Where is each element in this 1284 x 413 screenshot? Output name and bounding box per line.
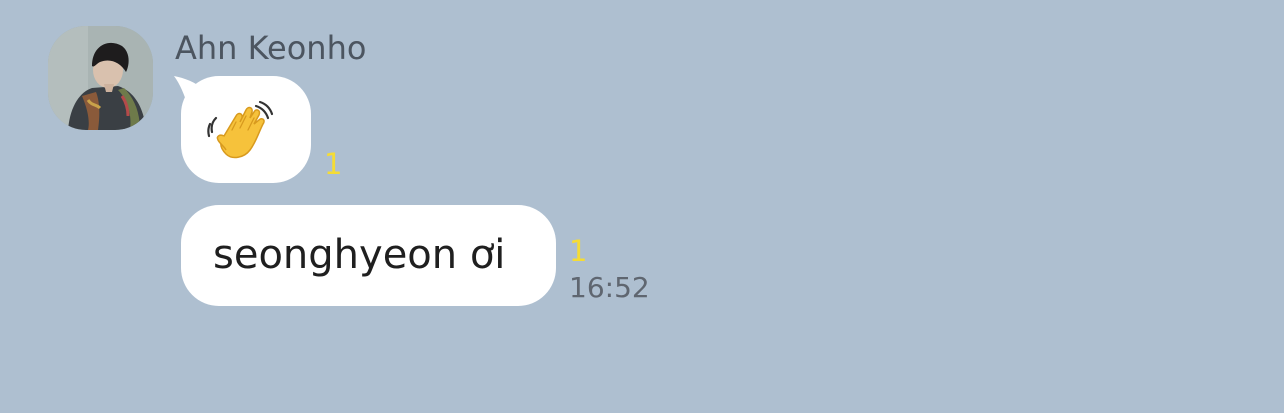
waving-hand-emoji <box>207 100 274 159</box>
sender-avatar[interactable] <box>48 26 153 130</box>
message-text: seonghyeon ơi <box>213 232 506 278</box>
chat-room: Ahn Keonho 1 seonghyeon ơi 1 16:52 <box>0 0 1284 413</box>
sender-name: Ahn Keonho <box>175 29 367 67</box>
message-timestamp: 16:52 <box>569 271 650 304</box>
unread-count: 1 <box>569 234 588 268</box>
unread-count: 1 <box>324 147 343 181</box>
